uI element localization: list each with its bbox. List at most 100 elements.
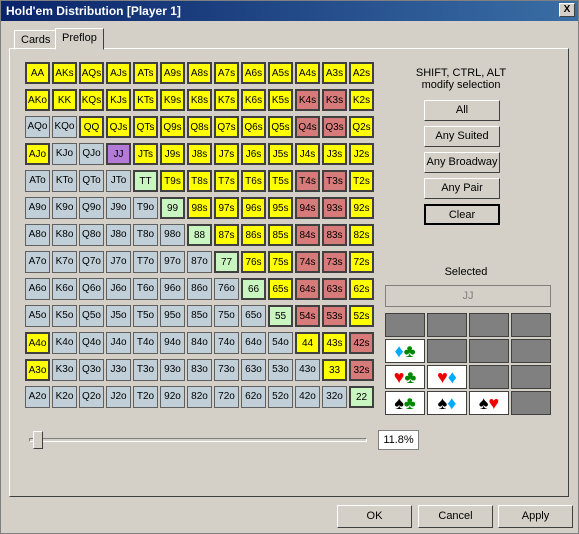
hand-cell[interactable]: T7o bbox=[133, 251, 158, 273]
hand-cell[interactable]: 85s bbox=[268, 224, 293, 246]
hand-cell[interactable]: AKs bbox=[52, 62, 77, 84]
hand-cell[interactable]: 96o bbox=[160, 278, 185, 300]
hand-cell[interactable]: 93o bbox=[160, 359, 185, 381]
hand-cell[interactable]: 62o bbox=[241, 386, 266, 408]
hand-cell[interactable]: 92o bbox=[160, 386, 185, 408]
hand-cell[interactable]: 94o bbox=[160, 332, 185, 354]
hand-cell[interactable]: 72o bbox=[214, 386, 239, 408]
hand-cell[interactable]: T5o bbox=[133, 305, 158, 327]
hand-cell[interactable]: Q2s bbox=[349, 116, 374, 138]
hand-cell[interactable]: 65o bbox=[241, 305, 266, 327]
close-button[interactable]: X bbox=[559, 3, 575, 17]
hand-cell[interactable]: A6s bbox=[241, 62, 266, 84]
hand-cell[interactable]: 74o bbox=[214, 332, 239, 354]
hand-cell[interactable]: K5o bbox=[52, 305, 77, 327]
slider-track[interactable] bbox=[29, 438, 367, 442]
apply-button[interactable]: Apply bbox=[498, 505, 573, 528]
hand-cell[interactable]: T5s bbox=[268, 170, 293, 192]
clear-button[interactable]: Clear bbox=[424, 204, 500, 225]
hand-cell[interactable]: 96s bbox=[241, 197, 266, 219]
slider-thumb[interactable] bbox=[33, 431, 43, 449]
hand-cell[interactable]: 72s bbox=[349, 251, 374, 273]
hand-cell[interactable]: A7o bbox=[25, 251, 50, 273]
tab-cards[interactable]: Cards bbox=[14, 30, 58, 50]
hand-cell[interactable]: A7s bbox=[214, 62, 239, 84]
hand-cell[interactable]: A8o bbox=[25, 224, 50, 246]
hand-cell[interactable]: QJs bbox=[106, 116, 131, 138]
hand-cell[interactable]: 73o bbox=[214, 359, 239, 381]
hand-cell[interactable]: 94s bbox=[295, 197, 320, 219]
suit-combo-cell[interactable] bbox=[511, 339, 551, 363]
hand-cell[interactable]: T4o bbox=[133, 332, 158, 354]
any-pair-button[interactable]: Any Pair bbox=[424, 178, 500, 199]
hand-cell[interactable]: 64s bbox=[295, 278, 320, 300]
hand-cell[interactable]: 43s bbox=[322, 332, 347, 354]
hand-cell[interactable]: 76o bbox=[214, 278, 239, 300]
hand-cell[interactable]: K8o bbox=[52, 224, 77, 246]
hand-cell[interactable]: AJs bbox=[106, 62, 131, 84]
hand-cell[interactable]: 63s bbox=[322, 278, 347, 300]
hand-cell[interactable]: T3s bbox=[322, 170, 347, 192]
hand-cell[interactable]: 42s bbox=[349, 332, 374, 354]
hand-cell[interactable]: JTs bbox=[133, 143, 158, 165]
hand-cell[interactable]: K9o bbox=[52, 197, 77, 219]
hand-cell[interactable]: JJ bbox=[106, 143, 131, 165]
hand-cell[interactable]: TT bbox=[133, 170, 158, 192]
suit-combo-cell[interactable]: ♠♣ bbox=[385, 391, 425, 415]
hand-cell[interactable]: 86o bbox=[187, 278, 212, 300]
hand-cell[interactable]: AJo bbox=[25, 143, 50, 165]
hand-cell[interactable]: Q6s bbox=[241, 116, 266, 138]
hand-cell[interactable]: J8o bbox=[106, 224, 131, 246]
hand-cell[interactable]: Q8o bbox=[79, 224, 104, 246]
hand-cell[interactable]: K6o bbox=[52, 278, 77, 300]
hand-cell[interactable]: 95o bbox=[160, 305, 185, 327]
hand-cell[interactable]: KTo bbox=[52, 170, 77, 192]
hand-cell[interactable]: 98s bbox=[187, 197, 212, 219]
hand-cell[interactable]: 43o bbox=[295, 359, 320, 381]
hand-cell[interactable]: J7s bbox=[214, 143, 239, 165]
hand-cell[interactable]: K9s bbox=[160, 89, 185, 111]
hand-cell[interactable]: J6o bbox=[106, 278, 131, 300]
suit-combo-cell[interactable] bbox=[469, 339, 509, 363]
hand-cell[interactable]: A5s bbox=[268, 62, 293, 84]
hand-cell[interactable]: J5o bbox=[106, 305, 131, 327]
hand-cell[interactable]: 75s bbox=[268, 251, 293, 273]
hand-cell[interactable]: 44 bbox=[295, 332, 320, 354]
hand-cell[interactable]: A4s bbox=[295, 62, 320, 84]
hand-cell[interactable]: J8s bbox=[187, 143, 212, 165]
hand-cell[interactable]: Q2o bbox=[79, 386, 104, 408]
hand-cell[interactable]: A3s bbox=[322, 62, 347, 84]
hand-cell[interactable]: T8s bbox=[187, 170, 212, 192]
hand-cell[interactable]: 98o bbox=[160, 224, 185, 246]
hand-cell[interactable]: J3o bbox=[106, 359, 131, 381]
hand-cell[interactable]: Q8s bbox=[187, 116, 212, 138]
hand-cell[interactable]: T4s bbox=[295, 170, 320, 192]
hand-cell[interactable]: K7s bbox=[214, 89, 239, 111]
hand-cell[interactable]: T8o bbox=[133, 224, 158, 246]
hand-cell[interactable]: KK bbox=[52, 89, 77, 111]
hand-cell[interactable]: 54o bbox=[268, 332, 293, 354]
hand-cell[interactable]: Q6o bbox=[79, 278, 104, 300]
suit-combo-cell[interactable]: ♥♣ bbox=[385, 365, 425, 389]
hand-cell[interactable]: T7s bbox=[214, 170, 239, 192]
hand-cell[interactable]: 65s bbox=[268, 278, 293, 300]
cancel-button[interactable]: Cancel bbox=[418, 505, 493, 528]
hand-cell[interactable]: QJo bbox=[79, 143, 104, 165]
hand-cell[interactable]: J6s bbox=[241, 143, 266, 165]
suit-combo-cell[interactable] bbox=[469, 365, 509, 389]
suit-combo-cell[interactable] bbox=[469, 313, 509, 337]
hand-cell[interactable]: 32o bbox=[322, 386, 347, 408]
suit-combo-cell[interactable]: ♠♥ bbox=[469, 391, 509, 415]
hand-cell[interactable]: A6o bbox=[25, 278, 50, 300]
hand-cell[interactable]: 95s bbox=[268, 197, 293, 219]
hand-cell[interactable]: K3o bbox=[52, 359, 77, 381]
hand-cell[interactable]: 62s bbox=[349, 278, 374, 300]
hand-cell[interactable]: JTo bbox=[106, 170, 131, 192]
hand-cell[interactable]: K8s bbox=[187, 89, 212, 111]
suit-combo-cell[interactable] bbox=[511, 365, 551, 389]
hand-cell[interactable]: 42o bbox=[295, 386, 320, 408]
hand-cell[interactable]: J3s bbox=[322, 143, 347, 165]
hand-cell[interactable]: AA bbox=[25, 62, 50, 84]
hand-cell[interactable]: AQo bbox=[25, 116, 50, 138]
hand-cell[interactable]: 87o bbox=[187, 251, 212, 273]
